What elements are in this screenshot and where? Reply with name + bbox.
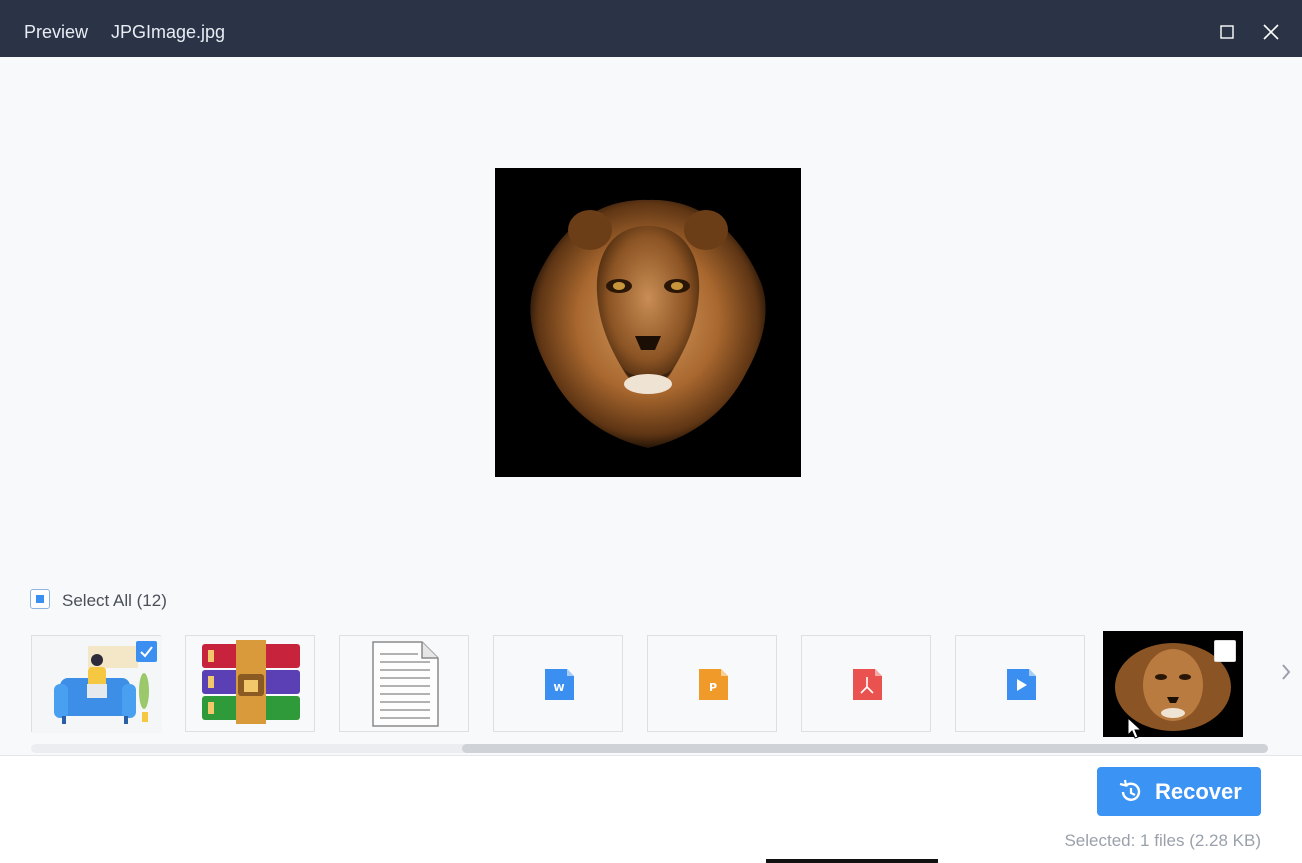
mouse-cursor-icon <box>1127 717 1143 739</box>
chevron-right-icon <box>1282 664 1291 680</box>
thumbnail-powerpoint[interactable]: P <box>647 635 777 732</box>
preview-area: Select All (12) W P <box>0 57 1302 755</box>
video-file-icon <box>1007 669 1036 700</box>
lion-image <box>495 168 801 477</box>
svg-text:P: P <box>709 681 717 694</box>
history-icon <box>1119 779 1141 801</box>
powerpoint-document-icon: P <box>699 669 728 700</box>
recover-button-label: Recover <box>1155 779 1242 804</box>
thumbnail-word[interactable]: W <box>493 635 623 732</box>
taskbar-edge <box>766 859 938 863</box>
select-all-label: Select All (12) <box>62 591 167 610</box>
selection-status: Selected: 1 files (2.28 KB) <box>1064 831 1261 850</box>
window-title-filename: JPGImage.jpg <box>111 22 226 42</box>
close-icon <box>1263 24 1279 40</box>
svg-text:W: W <box>553 683 564 694</box>
footer: Recover Selected: 1 files (2.28 KB) <box>0 755 1302 863</box>
maximize-icon <box>1220 25 1234 39</box>
thumbnail-archive[interactable] <box>185 635 315 732</box>
word-document-icon: W <box>545 669 574 700</box>
thumbnail-checkbox-checked[interactable] <box>136 641 157 662</box>
thumbnail-checkbox[interactable] <box>1214 640 1236 662</box>
next-thumbnails-button[interactable] <box>1276 657 1296 687</box>
thumbnail-illustration[interactable] <box>31 635 162 733</box>
window-title-section: Preview <box>24 22 89 42</box>
close-button[interactable] <box>1255 16 1287 48</box>
recover-button[interactable]: Recover <box>1097 767 1261 816</box>
scrollbar-thumb[interactable] <box>462 744 1268 753</box>
text-document-icon <box>372 641 439 727</box>
check-icon <box>140 646 153 658</box>
select-all-checkbox[interactable] <box>30 589 50 609</box>
thumbnail-video[interactable] <box>955 635 1085 732</box>
thumbnail-scrollbar[interactable] <box>31 744 1268 753</box>
title-bar: Preview JPGImage.jpg <box>0 0 1302 57</box>
winrar-archive-icon <box>202 640 300 724</box>
maximize-button[interactable] <box>1211 16 1243 48</box>
thumbnail-image-active[interactable] <box>1103 631 1243 737</box>
pdf-document-icon <box>853 669 882 700</box>
thumbnail-pdf[interactable] <box>801 635 931 732</box>
thumbnail-text[interactable] <box>339 635 469 732</box>
preview-image <box>495 168 801 477</box>
